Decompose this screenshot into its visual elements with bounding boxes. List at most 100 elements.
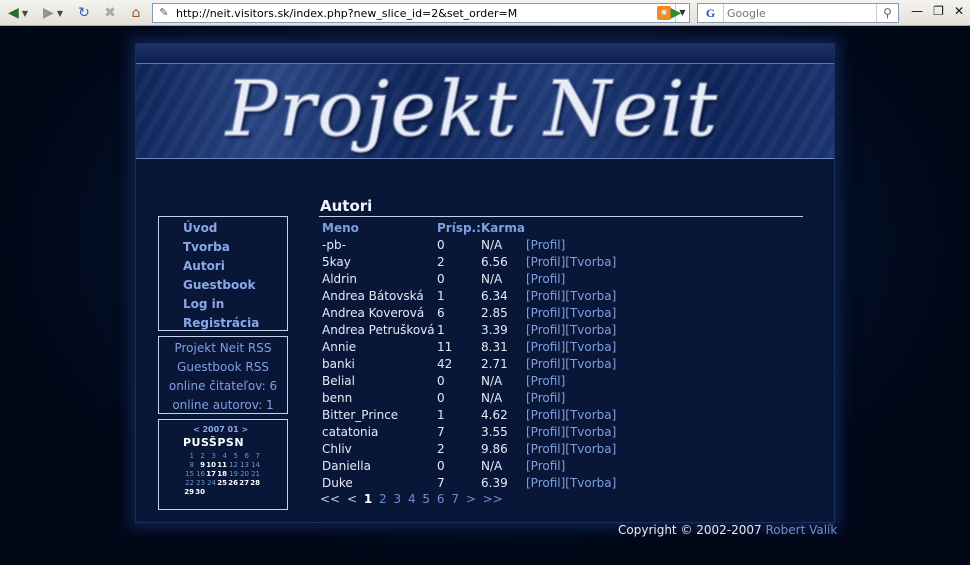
menu-item-login[interactable]: Log in	[183, 295, 287, 314]
menu-item-guestbook[interactable]: Guestbook	[183, 276, 287, 295]
calendar-day[interactable]: 26	[227, 478, 238, 487]
calendar-day[interactable]: 25	[216, 478, 227, 487]
calendar-day[interactable]: 7	[249, 451, 260, 460]
author-links[interactable]: [Profil][Tvorba]	[526, 425, 616, 439]
author-name[interactable]: benn	[319, 391, 437, 405]
search-engine-icon[interactable]: G	[698, 4, 724, 22]
search-icon[interactable]: ⚲	[876, 4, 898, 22]
author-name[interactable]: Belial	[319, 374, 437, 388]
author-links[interactable]: [Profil][Tvorba]	[526, 323, 616, 337]
pager-last[interactable]: >>	[483, 492, 503, 506]
author-name[interactable]: 5kay	[319, 255, 437, 269]
author-links[interactable]: [Profil]	[526, 374, 565, 388]
chevron-down-icon[interactable]: ▼	[22, 9, 28, 18]
close-icon[interactable]: ✕	[954, 4, 964, 18]
calendar-day[interactable]: 23	[194, 478, 205, 487]
author-name[interactable]: Annie	[319, 340, 437, 354]
calendar-day[interactable]: 30	[194, 487, 205, 496]
menu-item-registracia[interactable]: Registrácia	[183, 314, 287, 333]
address-bar[interactable]: ✎ http://neit.visitors.sk/index.php?new_…	[152, 3, 690, 23]
calendar-day[interactable]: 24	[205, 478, 216, 487]
calendar-day[interactable]: 29	[183, 487, 194, 496]
author-links[interactable]: [Profil][Tvorba]	[526, 357, 616, 371]
restore-icon[interactable]: ❐	[933, 4, 944, 18]
calendar-day[interactable]: 5	[227, 451, 238, 460]
rss-main-link[interactable]: Projekt Neit RSS	[159, 339, 287, 358]
calendar-day[interactable]: 18	[216, 469, 227, 478]
author-links[interactable]: [Profil][Tvorba]	[526, 255, 616, 269]
calendar-day[interactable]: 12	[227, 460, 238, 469]
author-links[interactable]: [Profil]	[526, 391, 565, 405]
pager-next[interactable]: >	[466, 492, 476, 506]
address-url[interactable]: http://neit.visitors.sk/index.php?new_sl…	[176, 7, 657, 20]
calendar-day[interactable]: 11	[216, 460, 227, 469]
calendar-day[interactable]: 17	[205, 469, 216, 478]
author-links[interactable]: [Profil][Tvorba]	[526, 408, 616, 422]
author-name[interactable]: Bitter_Prince	[319, 408, 437, 422]
author-name[interactable]: catatonia	[319, 425, 437, 439]
author-name[interactable]: -pb-	[319, 238, 437, 252]
forward-button[interactable]: ▶ ▼	[38, 3, 68, 23]
col-name-header[interactable]: Meno	[319, 221, 437, 235]
calendar-day[interactable]: 27	[238, 478, 249, 487]
search-input[interactable]	[724, 6, 876, 20]
author-name[interactable]: Andrea Koverová	[319, 306, 437, 320]
author-links[interactable]: [Profil][Tvorba]	[526, 289, 616, 303]
home-button[interactable]: ⌂	[126, 3, 146, 23]
author-name[interactable]: banki	[319, 357, 437, 371]
author-name[interactable]: Duke	[319, 476, 437, 490]
author-link[interactable]: Robert Valík	[766, 523, 838, 537]
author-name[interactable]: Aldrin	[319, 272, 437, 286]
pager-page-5[interactable]: 5	[422, 492, 430, 506]
author-name[interactable]: Andrea Petrušková	[319, 323, 437, 337]
calendar-day[interactable]: 21	[249, 469, 260, 478]
author-links[interactable]: [Profil][Tvorba]	[526, 340, 616, 354]
calendar-day[interactable]: 16	[194, 469, 205, 478]
col-karma-header[interactable]: Karma	[481, 221, 526, 235]
reload-button[interactable]: ↻	[74, 3, 94, 23]
calendar-day[interactable]: 15	[183, 469, 194, 478]
col-posts-header[interactable]: Prísp.:	[437, 221, 481, 235]
search-bar: G ⚲	[697, 3, 899, 23]
calendar-day[interactable]: 14	[249, 460, 260, 469]
pager-page-3[interactable]: 3	[393, 492, 401, 506]
calendar-day[interactable]: 8	[183, 460, 194, 469]
minimize-icon[interactable]: —	[911, 4, 923, 18]
pager-page-6[interactable]: 6	[437, 492, 445, 506]
author-links[interactable]: [Profil]	[526, 238, 565, 252]
calendar-day[interactable]: 6	[238, 451, 249, 460]
pager-page-2[interactable]: 2	[379, 492, 387, 506]
menu-item-tvorba[interactable]: Tvorba	[183, 238, 287, 257]
author-links[interactable]: [Profil][Tvorba]	[526, 442, 616, 456]
calendar-day[interactable]: 1	[183, 451, 194, 460]
pager-page-7[interactable]: 7	[451, 492, 459, 506]
calendar-day[interactable]: 10	[205, 460, 216, 469]
calendar-day[interactable]: 19	[227, 469, 238, 478]
pager-prev[interactable]: <	[347, 492, 357, 506]
chevron-down-icon[interactable]: ▼	[57, 9, 63, 18]
author-links[interactable]: [Profil]	[526, 272, 565, 286]
calendar-day[interactable]: 20	[238, 469, 249, 478]
author-links[interactable]: [Profil]	[526, 459, 565, 473]
calendar-day[interactable]: 4	[216, 451, 227, 460]
author-links[interactable]: [Profil][Tvorba]	[526, 476, 616, 490]
calendar-day[interactable]: 28	[249, 478, 260, 487]
stop-button[interactable]: ✖	[100, 3, 120, 23]
pager-page-4[interactable]: 4	[408, 492, 416, 506]
go-button[interactable]: ▶	[666, 4, 686, 22]
calendar-day[interactable]: 3	[205, 451, 216, 460]
calendar-day[interactable]: 2	[194, 451, 205, 460]
calendar-day[interactable]: 13	[238, 460, 249, 469]
calendar-day[interactable]: 9	[194, 460, 205, 469]
author-links[interactable]: [Profil][Tvorba]	[526, 306, 616, 320]
menu-item-autori[interactable]: Autori	[183, 257, 287, 276]
author-name[interactable]: Daniella	[319, 459, 437, 473]
menu-item-uvod[interactable]: Úvod	[183, 219, 287, 238]
calendar-day[interactable]: 22	[183, 478, 194, 487]
author-name[interactable]: Andrea Bátovská	[319, 289, 437, 303]
author-name[interactable]: Chliv	[319, 442, 437, 456]
pager-first[interactable]: <<	[320, 492, 340, 506]
back-button[interactable]: ◀ ▼	[4, 3, 32, 23]
rss-guestbook-link[interactable]: Guestbook RSS	[159, 358, 287, 377]
calendar-header[interactable]: < 2007 01 >	[193, 425, 287, 435]
